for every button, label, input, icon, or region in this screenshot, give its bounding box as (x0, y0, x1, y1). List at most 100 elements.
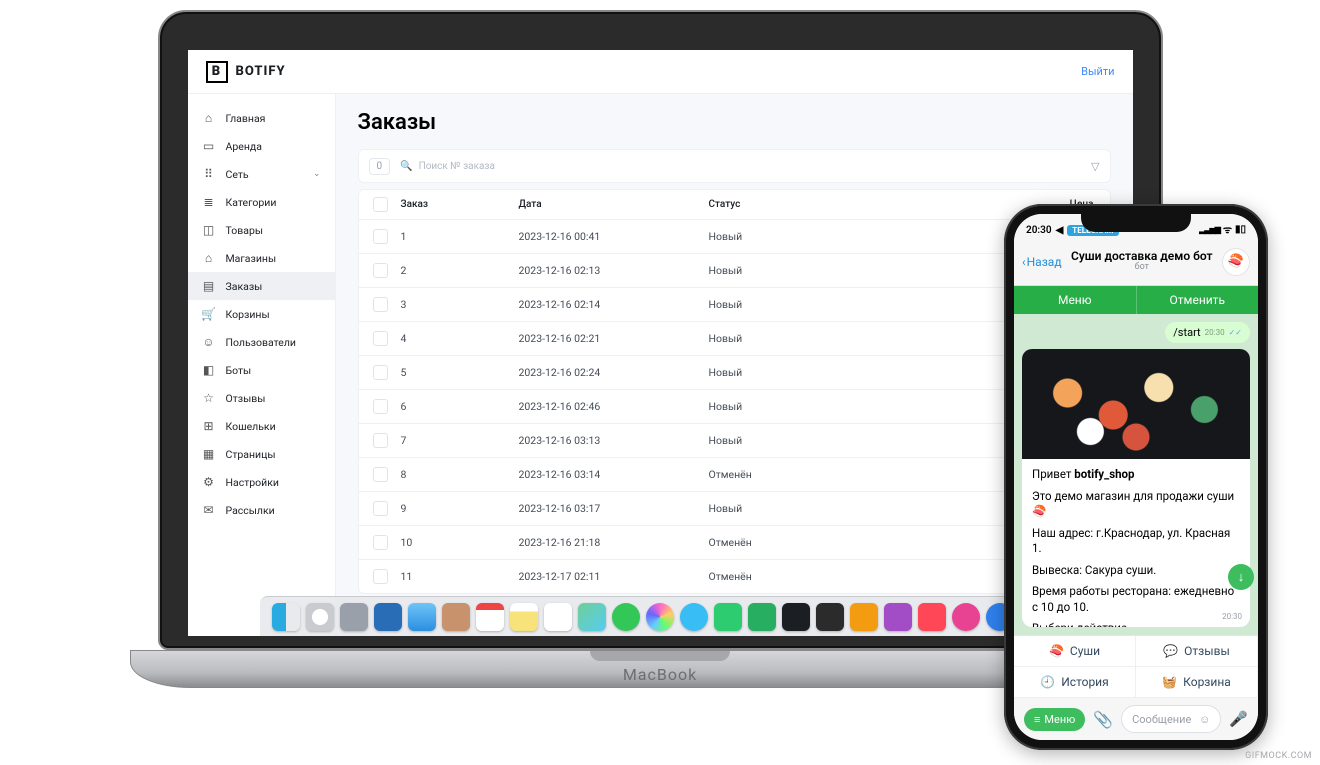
sidebar-item-users[interactable]: ☺Пользователи (188, 328, 335, 356)
dock-mail-icon[interactable] (408, 603, 436, 631)
bot-message-image[interactable] (1022, 349, 1250, 459)
row-checkbox[interactable] (373, 365, 388, 380)
quick-reply-История[interactable]: 🕘История (1014, 667, 1136, 698)
row-checkbox[interactable] (373, 535, 388, 550)
message-input[interactable]: Сообщение ☺ (1121, 705, 1221, 733)
sidebar-item-settings[interactable]: ⚙Настройки (188, 468, 335, 496)
chat-avatar[interactable]: 🍣 (1222, 248, 1250, 276)
home-icon: ⌂ (202, 111, 216, 125)
logout-link[interactable]: Выйти (1081, 65, 1114, 78)
user-message-text: /start (1173, 326, 1200, 339)
dock-contacts-icon[interactable] (442, 603, 470, 631)
quick-reply-Корзина[interactable]: 🧺Корзина (1136, 667, 1258, 698)
sidebar-item-pages[interactable]: ▦Страницы (188, 440, 335, 468)
menu-button[interactable]: ≡ Меню (1024, 708, 1085, 731)
row-checkbox[interactable] (373, 467, 388, 482)
dock-news-icon[interactable] (918, 603, 946, 631)
table-row[interactable]: 82023-12-16 03:14Отменён0 ₽ (359, 458, 1110, 492)
col-status: Статус (709, 199, 885, 210)
sidebar-item-wallets[interactable]: ⊞Кошельки (188, 412, 335, 440)
sidebar-item-reviews[interactable]: ☆Отзывы (188, 384, 335, 412)
table-row[interactable]: 72023-12-16 03:13Новый340 ₽ (359, 424, 1110, 458)
dock-messages-icon[interactable] (612, 603, 640, 631)
dock-facetime-icon[interactable] (714, 603, 742, 631)
row-checkbox[interactable] (373, 433, 388, 448)
dock-terminal-icon[interactable] (816, 603, 844, 631)
dock-reminders-icon[interactable] (544, 603, 572, 631)
orders-icon: ▤ (202, 279, 216, 293)
sidebar-item-categories[interactable]: ≣Категории (188, 188, 335, 216)
sticker-icon[interactable]: ☺ (1199, 713, 1210, 726)
table-row[interactable]: 32023-12-16 02:14Новый1300 ₽ (359, 288, 1110, 322)
sidebar-item-network[interactable]: ⠿Сеть⌄ (188, 160, 335, 188)
cell-status: Отменён (709, 536, 885, 549)
attach-icon[interactable]: 📎 (1093, 710, 1113, 729)
battery-icon: ▮▯ (1235, 224, 1246, 235)
table-row[interactable]: 102023-12-16 21:18Отменён0 ₽ (359, 526, 1110, 560)
table-row[interactable]: 112023-12-17 02:11Отменён0 ₽ (359, 560, 1110, 594)
sidebar-item-orders[interactable]: ▤Заказы (188, 272, 335, 300)
dock-preview-icon[interactable] (374, 603, 402, 631)
row-checkbox[interactable] (373, 297, 388, 312)
dock-maps-icon[interactable] (578, 603, 606, 631)
row-checkbox[interactable] (373, 263, 388, 278)
bot-address: Наш адрес: г.Краснодар, ул. Красная 1. (1032, 526, 1240, 557)
filter-icon[interactable]: ▽ (1091, 160, 1099, 173)
sidebar-item-carts[interactable]: 🛒Корзины (188, 300, 335, 328)
dock-activity-icon[interactable] (850, 603, 878, 631)
macos-dock (260, 596, 1060, 636)
table-row[interactable]: 62023-12-16 02:46Новый1300 ₽ (359, 390, 1110, 424)
scroll-down-button[interactable]: ↓ (1228, 564, 1254, 590)
dock-calendar-icon[interactable] (476, 603, 504, 631)
row-checkbox[interactable] (373, 501, 388, 516)
cell-order-id: 10 (401, 536, 519, 549)
select-all-checkbox[interactable] (373, 197, 388, 212)
dock-photos-icon[interactable] (646, 603, 674, 631)
search-input[interactable]: 🔍 Поиск № заказа (400, 161, 495, 172)
row-checkbox[interactable] (373, 569, 388, 584)
quick-reply-icon: 💬 (1163, 644, 1178, 658)
quick-reply-Отзывы[interactable]: 💬Отзывы (1136, 636, 1258, 667)
dock-notes-icon[interactable] (510, 603, 538, 631)
dock-safari-icon[interactable] (306, 603, 334, 631)
sidebar-item-bots[interactable]: ◧Боты (188, 356, 335, 384)
chevron-down-icon: ⌄ (313, 169, 321, 179)
dock-launchpad-icon[interactable] (340, 603, 368, 631)
cell-order-id: 11 (401, 570, 519, 583)
table-row[interactable]: 92023-12-16 03:17Новый340 ₽ (359, 492, 1110, 526)
sidebar-item-mailings[interactable]: ✉Рассылки (188, 496, 335, 524)
dock-stocks-icon[interactable] (782, 603, 810, 631)
sidebar-item-products[interactable]: ◫Товары (188, 216, 335, 244)
sidebar-item-shops[interactable]: ⌂Магазины (188, 244, 335, 272)
mic-icon[interactable]: 🎤 (1229, 710, 1248, 728)
back-button[interactable]: ‹ Назад (1022, 255, 1062, 269)
quick-reply-Суши[interactable]: 🍣 Суши (1014, 636, 1136, 667)
logo[interactable]: B BOTIFY (206, 61, 286, 83)
table-row[interactable]: 12023-12-16 00:41Новый1170 ₽ (359, 220, 1110, 254)
table-row[interactable]: 52023-12-16 02:24Новый1300 ₽ (359, 356, 1110, 390)
dock-podcasts-icon[interactable] (884, 603, 912, 631)
dock-finder-icon[interactable] (272, 603, 300, 631)
table-row[interactable]: 42023-12-16 02:21Новый1300 ₽ (359, 322, 1110, 356)
sidebar-item-rent[interactable]: ▭Аренда (188, 132, 335, 160)
sidebar-item-label: Главная (226, 112, 266, 125)
dock-music-icon[interactable] (952, 603, 980, 631)
row-checkbox[interactable] (373, 331, 388, 346)
dock-chat-icon[interactable] (680, 603, 708, 631)
table-row[interactable]: 22023-12-16 02:13Новый5200 ₽ (359, 254, 1110, 288)
quick-reply-label: Суши (1070, 644, 1100, 658)
sidebar-item-label: Магазины (226, 252, 277, 265)
back-app-arrow-icon[interactable]: ◀ (1056, 225, 1064, 236)
products-icon: ◫ (202, 223, 216, 237)
row-checkbox[interactable] (373, 399, 388, 414)
dock-phone-icon[interactable] (748, 603, 776, 631)
sidebar-item-home[interactable]: ⌂ Главная (188, 104, 335, 132)
cell-order-id: 7 (401, 434, 519, 447)
quick-reply-icon: 🍣 (1049, 644, 1064, 658)
kb-cancel-button[interactable]: Отменить (1137, 286, 1259, 314)
sidebar-item-label: Сеть (226, 168, 249, 181)
chat-area[interactable]: /start 20:30 ✓✓ Привет botify_shop Это д… (1014, 314, 1258, 635)
row-checkbox[interactable] (373, 229, 388, 244)
kb-menu-button[interactable]: Меню (1014, 286, 1137, 314)
phone-notch (1081, 214, 1191, 232)
